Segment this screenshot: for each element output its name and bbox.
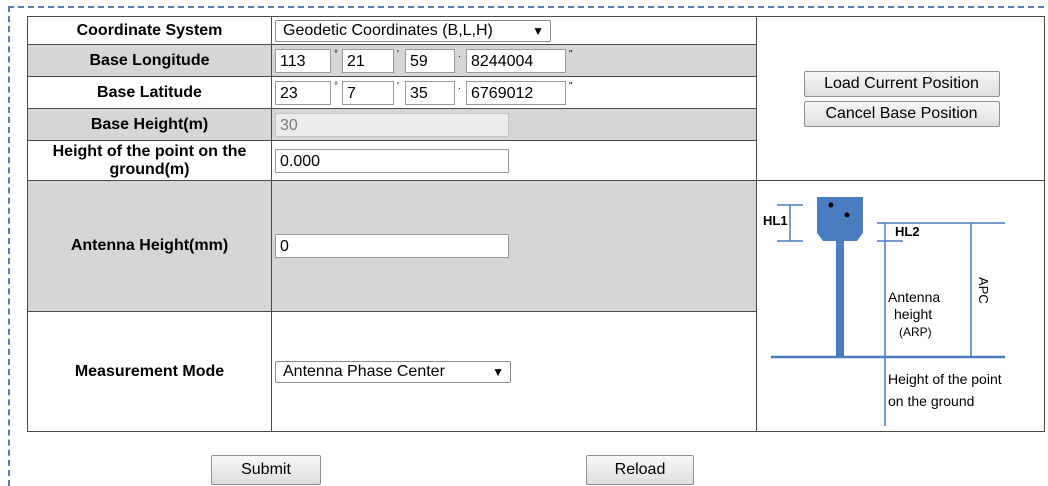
measurement-mode-select[interactable]: Antenna Phase Center ▼	[275, 360, 511, 383]
measurement-mode-label: Measurement Mode	[27, 311, 272, 432]
base-latitude-label: Base Latitude	[27, 76, 272, 109]
antenna-diagram-cell: HL1 HL2 APC Antenna height (ARP) Height …	[756, 180, 1045, 432]
antenna-height-input[interactable]: 0	[275, 234, 509, 258]
point-height-caption-2: on the ground	[888, 393, 974, 409]
latitude-minutes-input[interactable]: 7	[342, 80, 394, 105]
submit-button[interactable]: Submit	[211, 455, 321, 485]
cancel-base-position-button[interactable]: Cancel Base Position	[803, 100, 1000, 127]
antenna-pole	[836, 241, 844, 357]
apc-label: APC	[976, 277, 991, 304]
base-height-label: Base Height(m)	[27, 108, 272, 141]
base-latitude-field-group: 23 ° 7 ' 35. 6769012 "	[271, 76, 757, 109]
base-height-input: 30	[275, 112, 509, 137]
arp-label: (ARP)	[899, 325, 932, 339]
point-height-label: Height of the point on the ground(m)	[27, 140, 272, 181]
coordinate-system-label: Coordinate System	[27, 16, 272, 45]
antenna-dot-icon	[844, 212, 850, 218]
base-longitude-label: Base Longitude	[27, 44, 272, 77]
antenna-height-label-1: Antenna	[888, 289, 940, 305]
antenna-head	[817, 197, 863, 241]
coordinate-system-select[interactable]: Geodetic Coordinates (B,L,H) ▼	[275, 19, 551, 42]
latitude-degrees-input[interactable]: 23	[275, 80, 331, 105]
point-height-caption-1: Height of the point	[888, 371, 1002, 387]
base-longitude-field-group: 113 ° 21 ' 59. 8244004 "	[271, 44, 757, 77]
latitude-fraction-input[interactable]: 6769012	[466, 80, 566, 105]
hl1-label: HL1	[763, 213, 788, 228]
position-actions-cell: Load Current Position Cancel Base Positi…	[756, 16, 1045, 181]
longitude-minutes-input[interactable]: 21	[342, 48, 394, 73]
chevron-down-icon: ▼	[492, 364, 504, 379]
antenna-height-label-2: height	[894, 306, 932, 322]
chevron-down-icon: ▼	[532, 23, 544, 38]
antenna-dot-icon	[828, 202, 834, 208]
longitude-seconds-input[interactable]: 59	[405, 48, 455, 73]
load-current-position-button[interactable]: Load Current Position	[803, 70, 1000, 97]
base-settings-table: Coordinate System Geodetic Coordinates (…	[27, 16, 1045, 432]
dashed-border-top	[8, 6, 1044, 8]
hl2-label: HL2	[895, 224, 920, 239]
latitude-seconds-input[interactable]: 35	[405, 80, 455, 105]
dashed-border-left	[8, 6, 10, 486]
antenna-height-diagram: HL1 HL2 APC Antenna height (ARP) Height …	[763, 197, 1005, 426]
longitude-degrees-input[interactable]: 113	[275, 48, 331, 73]
longitude-fraction-input[interactable]: 8244004	[466, 48, 566, 73]
reload-button[interactable]: Reload	[586, 455, 694, 485]
point-height-input[interactable]: 0.000	[275, 148, 509, 173]
antenna-height-label: Antenna Height(mm)	[27, 180, 272, 312]
